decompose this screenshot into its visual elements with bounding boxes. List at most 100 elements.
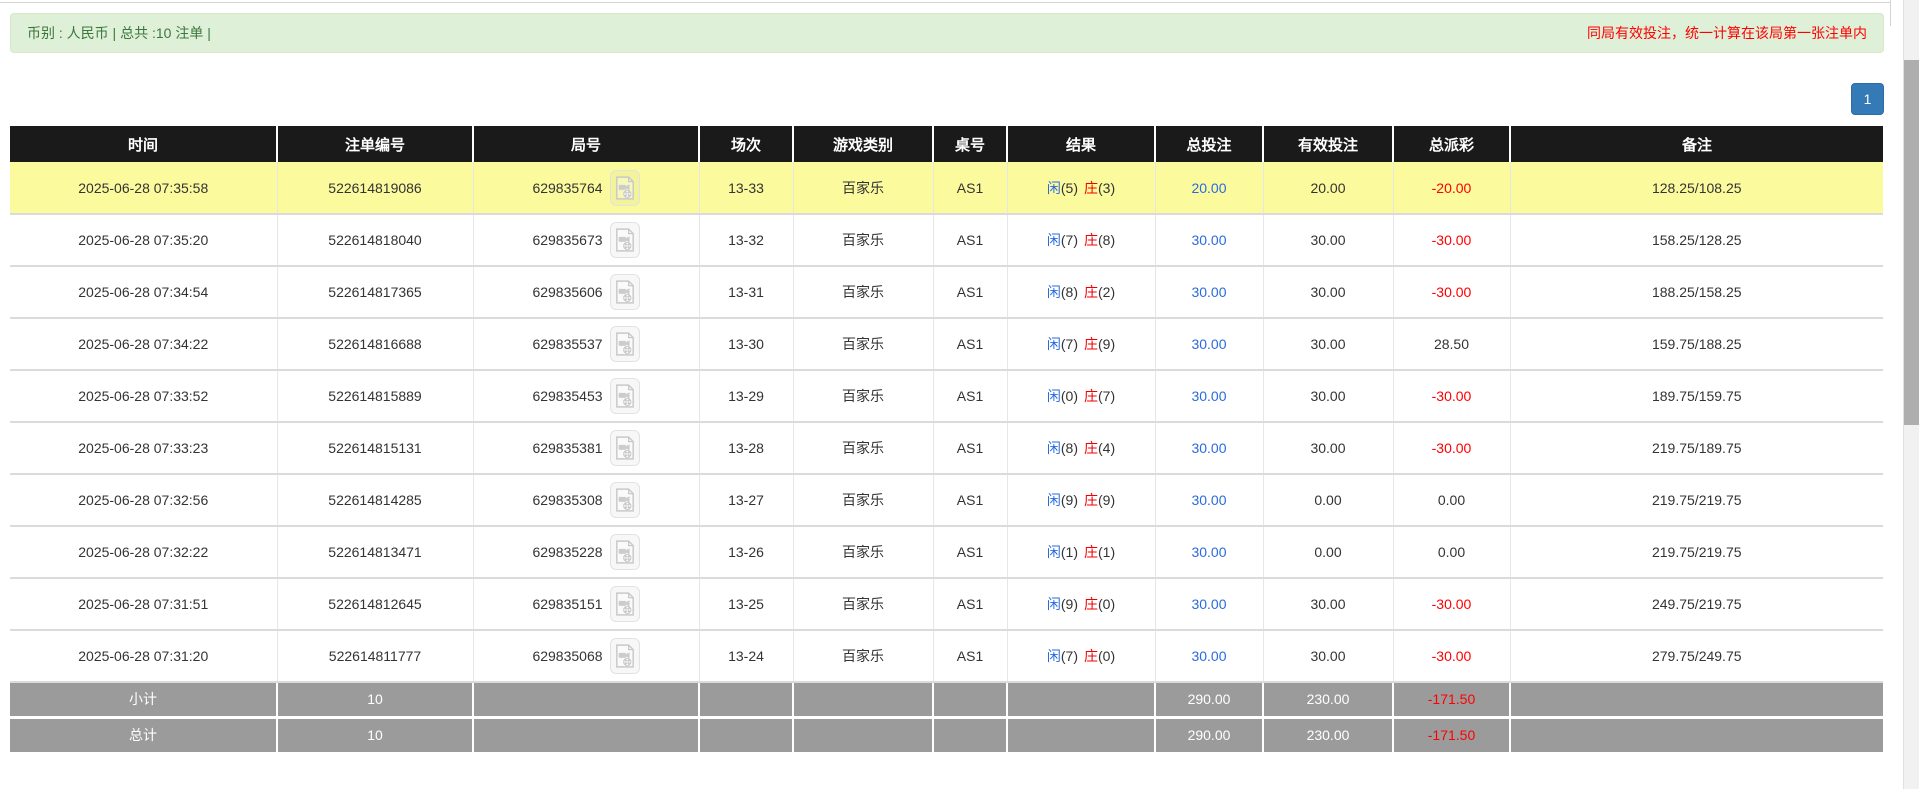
video-replay-icon[interactable] — [610, 482, 640, 518]
vertical-scrollbar-track[interactable] — [1903, 0, 1919, 789]
vertical-scrollbar-thumb[interactable] — [1904, 60, 1919, 425]
film-document-icon — [615, 436, 635, 460]
cell-payout: -30.00 — [1393, 578, 1510, 630]
video-replay-icon[interactable] — [610, 638, 640, 674]
video-replay-icon[interactable] — [610, 222, 640, 258]
result-banker-label: 庄 — [1084, 440, 1098, 456]
film-document-icon — [615, 228, 635, 252]
cell-remark: 219.75/219.75 — [1510, 526, 1883, 578]
round-id-text: 629835537 — [532, 336, 602, 352]
pagination-page-1-button[interactable]: 1 — [1851, 83, 1884, 115]
cell-result: 闲(7)庄(0) — [1007, 630, 1155, 682]
cell-valid-bet: 30.00 — [1263, 578, 1393, 630]
header-total-bet: 总投注 — [1155, 126, 1263, 162]
total-bet-link[interactable]: 30.00 — [1191, 388, 1226, 404]
result-player-points: (5) — [1061, 180, 1078, 196]
result-player-label: 闲 — [1047, 388, 1061, 404]
top-divider-corner — [1890, 0, 1891, 26]
result-player-points: (7) — [1061, 336, 1078, 352]
cell-game-type: 百家乐 — [793, 162, 933, 214]
header-game-type: 游戏类别 — [793, 126, 933, 162]
video-replay-icon[interactable] — [610, 378, 640, 414]
cell-time: 2025-06-28 07:33:52 — [10, 370, 277, 422]
video-replay-icon[interactable] — [610, 430, 640, 466]
video-replay-icon[interactable] — [610, 170, 640, 206]
cell-result: 闲(9)庄(9) — [1007, 474, 1155, 526]
result-player-points: (8) — [1061, 284, 1078, 300]
cell-payout: -30.00 — [1393, 266, 1510, 318]
video-replay-icon[interactable] — [610, 586, 640, 622]
total-bet-sum: 290.00 — [1155, 682, 1263, 717]
cell-time: 2025-06-28 07:34:22 — [10, 318, 277, 370]
table-header: 时间 注单编号 局号 场次 游戏类别 桌号 结果 总投注 有效投注 总派彩 备注 — [10, 126, 1883, 162]
total-count: 10 — [277, 682, 473, 717]
cell-table-no: AS1 — [933, 266, 1007, 318]
cell-total-bet: 20.00 — [1155, 162, 1263, 214]
cell-round-id: 629835308 — [473, 474, 699, 526]
header-remark: 备注 — [1510, 126, 1883, 162]
payout-value: -30.00 — [1432, 232, 1472, 248]
video-replay-icon[interactable] — [610, 326, 640, 362]
cell-game-type: 百家乐 — [793, 474, 933, 526]
cell-bet-id: 522614819086 — [277, 162, 473, 214]
total-row: 小计 10 290.00 230.00 -171.50 — [10, 682, 1883, 717]
result-banker-label: 庄 — [1084, 544, 1098, 560]
cell-result: 闲(5)庄(3) — [1007, 162, 1155, 214]
result-player-points: (7) — [1061, 648, 1078, 664]
cell-table-no: AS1 — [933, 630, 1007, 682]
cell-bet-id: 522614813471 — [277, 526, 473, 578]
result-banker-points: (9) — [1098, 492, 1115, 508]
cell-valid-bet: 30.00 — [1263, 214, 1393, 266]
total-bet-link[interactable]: 30.00 — [1191, 596, 1226, 612]
result-banker-label: 庄 — [1084, 336, 1098, 352]
cell-time: 2025-06-28 07:32:56 — [10, 474, 277, 526]
cell-round-id: 629835151 — [473, 578, 699, 630]
film-document-icon — [615, 488, 635, 512]
round-id-text: 629835453 — [532, 388, 602, 404]
cell-remark: 189.75/159.75 — [1510, 370, 1883, 422]
result-player-label: 闲 — [1047, 544, 1061, 560]
cell-bet-id: 522614816688 — [277, 318, 473, 370]
cell-valid-bet: 0.00 — [1263, 474, 1393, 526]
payout-value: 0.00 — [1438, 544, 1465, 560]
film-document-icon — [615, 540, 635, 564]
cell-table-no: AS1 — [933, 422, 1007, 474]
cell-round-id: 629835228 — [473, 526, 699, 578]
cell-result: 闲(0)庄(7) — [1007, 370, 1155, 422]
cell-total-bet: 30.00 — [1155, 474, 1263, 526]
total-row: 总计 10 290.00 230.00 -171.50 — [10, 717, 1883, 752]
cell-table-no: AS1 — [933, 370, 1007, 422]
film-document-icon — [615, 644, 635, 668]
cell-round-id: 629835537 — [473, 318, 699, 370]
cell-result: 闲(7)庄(8) — [1007, 214, 1155, 266]
result-banker-label: 庄 — [1084, 180, 1098, 196]
result-banker-points: (4) — [1098, 440, 1115, 456]
cell-valid-bet: 0.00 — [1263, 526, 1393, 578]
total-bet-link[interactable]: 30.00 — [1191, 648, 1226, 664]
cell-payout: -30.00 — [1393, 630, 1510, 682]
film-document-icon — [615, 280, 635, 304]
round-id-text: 629835068 — [532, 648, 602, 664]
total-bet-link[interactable]: 30.00 — [1191, 336, 1226, 352]
total-bet-link[interactable]: 30.00 — [1191, 492, 1226, 508]
cell-valid-bet: 30.00 — [1263, 422, 1393, 474]
total-bet-link[interactable]: 30.00 — [1191, 544, 1226, 560]
table-row: 2025-06-28 07:31:51 522614812645 6298351… — [10, 578, 1883, 630]
total-bet-link[interactable]: 30.00 — [1191, 284, 1226, 300]
cell-remark: 188.25/158.25 — [1510, 266, 1883, 318]
total-bet-link[interactable]: 30.00 — [1191, 440, 1226, 456]
cell-remark: 159.75/188.25 — [1510, 318, 1883, 370]
video-replay-icon[interactable] — [610, 274, 640, 310]
video-replay-icon[interactable] — [610, 534, 640, 570]
cell-round-id: 629835381 — [473, 422, 699, 474]
cell-game-type: 百家乐 — [793, 422, 933, 474]
cell-game-type: 百家乐 — [793, 630, 933, 682]
cell-time: 2025-06-28 07:34:54 — [10, 266, 277, 318]
round-id-text: 629835151 — [532, 596, 602, 612]
round-id-text: 629835381 — [532, 440, 602, 456]
total-label: 总计 — [10, 717, 277, 752]
total-bet-link[interactable]: 20.00 — [1191, 180, 1226, 196]
result-player-label: 闲 — [1047, 596, 1061, 612]
total-bet-link[interactable]: 30.00 — [1191, 232, 1226, 248]
cell-valid-bet: 30.00 — [1263, 370, 1393, 422]
